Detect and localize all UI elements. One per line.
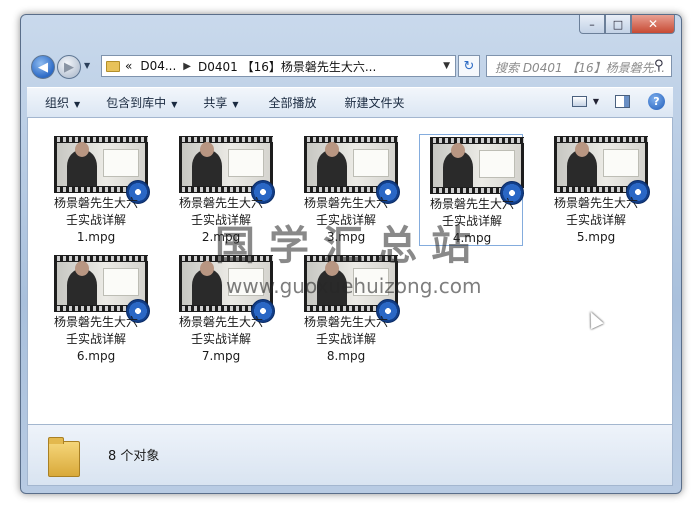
share-label: 共享 <box>203 96 228 110</box>
view-options-dropdown[interactable]: ▼ <box>593 97 599 106</box>
file-name-line: 杨景磐先生大六 <box>429 197 514 211</box>
file-name: 杨景磐先生大六 壬实战详解 5.mpg <box>544 195 648 246</box>
file-item[interactable]: 杨景磐先生大六 壬实战详解 6.mpg <box>44 253 150 365</box>
file-name-line: 7.mpg <box>201 349 241 363</box>
video-frame <box>57 261 145 305</box>
file-name-line: 杨景磐先生大六 <box>178 196 263 210</box>
forward-button[interactable]: ▶ <box>57 55 81 79</box>
window-controls: – □ ✕ <box>579 15 675 34</box>
file-name-line: 壬实战详解 <box>65 332 126 346</box>
navigation-bar: ◀ ▶ ▼ « D04... ▶ D0401 【16】杨景磐先生大六... ▼ … <box>21 49 681 83</box>
presenter-figure <box>317 142 347 186</box>
chevron-down-icon: ▼ <box>171 100 178 109</box>
address-dropdown-icon[interactable]: ▼ <box>443 61 450 71</box>
file-name-line: 壬实战详解 <box>565 213 626 227</box>
presenter-figure <box>67 261 97 305</box>
video-frame <box>307 142 395 186</box>
video-frame <box>57 142 145 186</box>
folder-icon <box>106 60 120 72</box>
file-name-line: 杨景磐先生大六 <box>53 196 138 210</box>
file-item[interactable]: 杨景磐先生大六 壬实战详解 1.mpg <box>44 134 150 246</box>
new-folder-button[interactable]: 新建文件夹 <box>345 94 405 111</box>
address-bar[interactable]: « D04... ▶ D0401 【16】杨景磐先生大六... ▼ <box>101 55 456 77</box>
whiteboard <box>479 150 515 178</box>
change-view-icon[interactable] <box>571 96 587 107</box>
whiteboard <box>603 149 639 177</box>
search-icon[interactable]: ⚲ <box>654 58 664 73</box>
minimize-button[interactable]: – <box>579 15 605 34</box>
play-all-button[interactable]: 全部播放 <box>269 94 317 111</box>
film-strip-icon <box>179 137 273 142</box>
organize-menu[interactable]: 组织 ▼ <box>45 94 80 111</box>
whiteboard <box>353 149 389 177</box>
breadcrumb-parent[interactable]: D04... <box>140 59 176 73</box>
file-name: 杨景磐先生大六 壬实战详解 1.mpg <box>44 195 148 246</box>
presenter-figure <box>443 143 473 187</box>
share-menu[interactable]: 共享 ▼ <box>203 94 238 111</box>
file-name-line: 杨景磐先生大六 <box>53 315 138 329</box>
view-controls: ▼ ? <box>571 93 665 110</box>
item-count: 8 个对象 <box>108 449 160 464</box>
file-name: 杨景磐先生大六 壬实战详解 8.mpg <box>294 314 398 365</box>
file-name-line: 1.mpg <box>76 230 116 244</box>
presenter-figure <box>192 142 222 186</box>
whiteboard <box>228 149 264 177</box>
back-button[interactable]: ◀ <box>31 55 55 79</box>
film-strip-icon <box>54 137 148 142</box>
back-arrow-icon: ◀ <box>38 59 48 75</box>
file-name-line: 壬实战详解 <box>190 332 251 346</box>
folder-icon <box>48 437 80 477</box>
help-icon[interactable]: ? <box>648 93 665 110</box>
file-name-line: 杨景磐先生大六 <box>303 315 388 329</box>
close-button[interactable]: ✕ <box>631 15 675 34</box>
video-frame <box>557 142 645 186</box>
chevron-down-icon: ▼ <box>74 100 81 109</box>
refresh-icon: ↻ <box>463 58 475 74</box>
file-name-line: 8.mpg <box>326 349 366 363</box>
whiteboard <box>103 149 139 177</box>
preview-pane-icon[interactable] <box>615 95 630 108</box>
watermark-text: 国学汇总站 <box>215 223 485 269</box>
file-name-line: 壬实战详解 <box>65 213 126 227</box>
organize-label: 组织 <box>45 96 70 110</box>
watermark-url: www.guoxuehuizong.com <box>226 274 482 298</box>
presenter-figure <box>567 142 597 186</box>
film-strip-icon <box>554 137 648 142</box>
breadcrumb-current[interactable]: D0401 【16】杨景磐先生大六... <box>198 58 376 75</box>
file-name-line: 杨景磐先生大六 <box>553 196 638 210</box>
file-item[interactable]: 杨景磐先生大六 壬实战详解 5.mpg <box>544 134 650 246</box>
search-input[interactable]: 搜索 D0401 【16】杨景磐先... <box>486 55 672 77</box>
refresh-button[interactable]: ↻ <box>458 55 480 77</box>
file-list[interactable]: 杨景磐先生大六 壬实战详解 1.mpg 杨景磐先生大六 壬实战详解 2.mpg 杨景磐先生大… <box>27 118 673 424</box>
command-bar: 组织 ▼ 包含到库中 ▼ 共享 ▼ 全部播放 新建文件夹 ▼ ? <box>27 87 673 118</box>
include-in-library-label: 包含到库中 <box>106 96 167 110</box>
file-name-line: 6.mpg <box>76 349 116 363</box>
breadcrumb-overflow[interactable]: « <box>125 59 132 73</box>
whiteboard <box>103 268 139 296</box>
recent-pages-dropdown[interactable]: ▼ <box>84 61 90 70</box>
breadcrumb-chevron-icon[interactable]: ▶ <box>183 61 191 72</box>
chevron-down-icon: ▼ <box>232 100 239 109</box>
presenter-figure <box>67 142 97 186</box>
film-strip-icon <box>304 137 398 142</box>
file-name: 杨景磐先生大六 壬实战详解 6.mpg <box>44 314 148 365</box>
file-name-line: 杨景磐先生大六 <box>178 315 263 329</box>
file-name-line: 5.mpg <box>576 230 616 244</box>
details-pane: 8 个对象 <box>27 424 673 486</box>
file-name-line: 壬实战详解 <box>315 332 376 346</box>
video-frame <box>182 142 270 186</box>
forward-arrow-icon: ▶ <box>64 59 74 75</box>
file-name: 杨景磐先生大六 壬实战详解 7.mpg <box>169 314 273 365</box>
include-in-library-menu[interactable]: 包含到库中 ▼ <box>106 94 177 111</box>
presenter-figure <box>192 261 222 305</box>
film-strip-icon <box>54 256 148 261</box>
file-name-line: 杨景磐先生大六 <box>303 196 388 210</box>
maximize-button[interactable]: □ <box>605 15 631 34</box>
film-strip-icon <box>430 138 524 143</box>
